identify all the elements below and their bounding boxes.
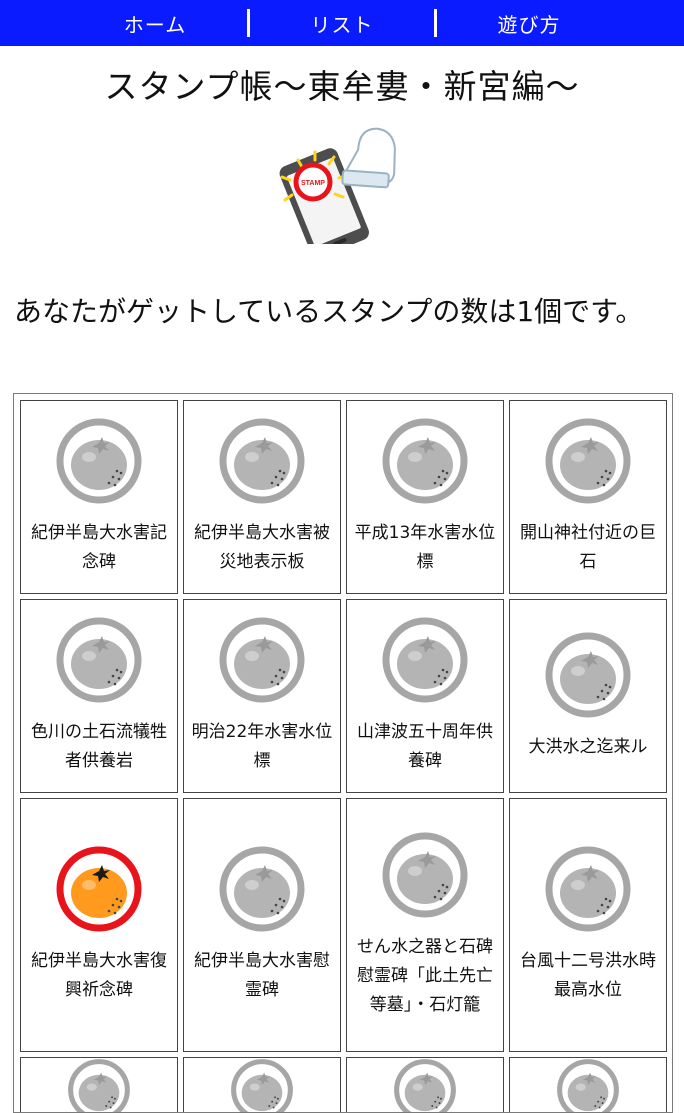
stamp-grid-container: 紀伊半島大水害記念碑 紀伊半島大水害被災地表示板 平成13年水害水位標 開山神社… [13, 393, 673, 1113]
uncollected-stamp-icon [231, 1059, 293, 1112]
uncollected-stamp-icon [382, 832, 468, 917]
stamp-cell[interactable]: せん水之器と石碑慰霊碑「此土先亡等墓」・石灯籠 [346, 798, 504, 1052]
stamp-label: 明治22年水害水位標 [191, 722, 333, 771]
stamp-label: 色川の土石流犠牲者供養岩 [31, 722, 167, 771]
stamp-label: 山津波五十周年供養碑 [357, 722, 493, 771]
uncollected-stamp-icon [382, 418, 468, 504]
stamp-cell[interactable]: 紀伊半島大水害復興祈念碑 [20, 798, 178, 1052]
stamp-cell[interactable]: 紀伊半島大水害慰霊碑 [183, 798, 341, 1052]
uncollected-stamp-icon [219, 846, 305, 932]
uncollected-stamp-icon [394, 1059, 456, 1112]
stamp-cell[interactable]: 明治22年水害水位標 [183, 599, 341, 793]
stamp-label: 台風十二号洪水時最高水位 [520, 951, 656, 1000]
stamp-label: 紀伊半島大水害被災地表示板 [194, 523, 330, 572]
stamp-cell[interactable]: 紀伊半島大水害被災地表示板 [183, 400, 341, 594]
stamp-cell[interactable] [346, 1057, 504, 1112]
stamp-cell[interactable]: 山津波五十周年供養碑 [346, 599, 504, 793]
stamp-cell[interactable] [509, 1057, 667, 1112]
smartphone-stamp-icon: STAMP [279, 127, 396, 244]
stamp-label: 開山神社付近の巨石 [520, 523, 656, 572]
uncollected-stamp-icon [56, 617, 142, 703]
uncollected-stamp-icon [56, 418, 142, 504]
stamp-label: せん水之器と石碑慰霊碑「此土先亡等墓」・石灯籠 [357, 936, 493, 1015]
uncollected-stamp-icon [545, 846, 631, 932]
stamp-cell[interactable]: 紀伊半島大水害記念碑 [20, 400, 178, 594]
stamp-cell[interactable]: 大洪水之迄来ル [509, 599, 667, 793]
stamp-label: 紀伊半島大水害復興祈念碑 [31, 951, 167, 1000]
page-title: スタンプ帳〜東牟婁・新宮編〜 [104, 67, 580, 106]
uncollected-stamp-icon [382, 617, 468, 703]
hero-illustration: STAMP [0, 112, 684, 244]
uncollected-stamp-icon [545, 632, 631, 717]
stamp-cell[interactable] [20, 1057, 178, 1112]
collected-stamp-icon [56, 846, 142, 932]
stamp-count-value: 1 [516, 295, 535, 328]
stamp-cell[interactable]: 平成13年水害水位標 [346, 400, 504, 594]
svg-text:STAMP: STAMP [301, 180, 325, 187]
stamp-label: 大洪水之迄来ル [528, 736, 648, 757]
stamp-label: 紀伊半島大水害慰霊碑 [194, 951, 330, 1000]
stamp-cell[interactable] [183, 1057, 341, 1112]
uncollected-stamp-icon [545, 418, 631, 504]
nav-howto-link[interactable]: 遊び方 [437, 9, 621, 38]
stamp-label: 紀伊半島大水害記念碑 [31, 523, 167, 572]
nav-home-link[interactable]: ホーム [63, 9, 247, 38]
nav-list-link[interactable]: リスト [250, 9, 434, 38]
stamp-cell[interactable]: 色川の土石流犠牲者供養岩 [20, 599, 178, 793]
uncollected-stamp-icon [68, 1059, 130, 1112]
stamp-grid: 紀伊半島大水害記念碑 紀伊半島大水害被災地表示板 平成13年水害水位標 開山神社… [20, 400, 667, 1112]
stamp-cell[interactable]: 台風十二号洪水時最高水位 [509, 798, 667, 1052]
uncollected-stamp-icon [219, 617, 305, 703]
stamp-cell[interactable]: 開山神社付近の巨石 [509, 400, 667, 594]
stamp-count-summary: あなたがゲットしているスタンプの数は1個です。 [14, 295, 644, 328]
stamp-label: 平成13年水害水位標 [354, 523, 496, 572]
uncollected-stamp-icon [219, 418, 305, 504]
top-nav-bar: ホーム リスト 遊び方 [0, 0, 684, 46]
uncollected-stamp-icon [557, 1059, 619, 1112]
